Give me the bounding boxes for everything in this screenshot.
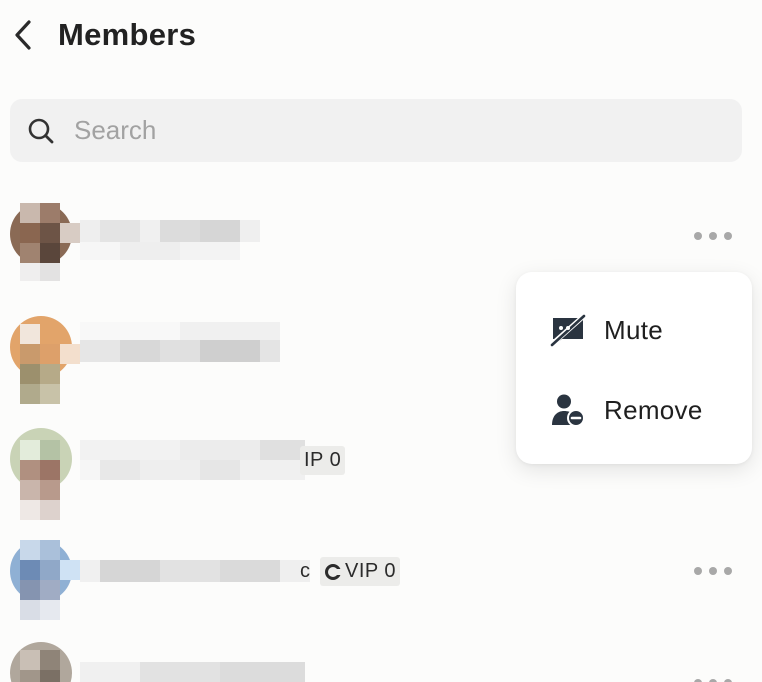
avatar [10,203,80,281]
remove-user-icon [550,392,586,428]
more-options-button[interactable] [694,676,732,682]
dot-icon [694,232,702,240]
header: Members [0,0,762,72]
more-options-button[interactable] [694,564,732,578]
remove-menu-item[interactable]: Remove [550,388,740,432]
member-name-redacted [80,220,260,242]
vip-badge-prefix: c [300,560,311,582]
vip-ring-icon [325,563,342,580]
member-row[interactable] [0,632,762,682]
vip-badge: c [298,557,313,586]
member-name-redacted [80,322,280,340]
avatar [10,642,72,682]
member-name-redacted [80,662,305,682]
member-name-redacted [80,560,310,582]
member-row[interactable]: c VIP 0 [0,520,762,632]
mute-menu-item[interactable]: Mute [550,308,740,352]
dot-icon [709,567,717,575]
more-options-button[interactable] [694,229,732,243]
mute-label: Mute [604,314,664,345]
vip-badge-label: VIP 0 [345,560,397,582]
dot-icon [724,232,732,240]
avatar [10,316,80,404]
dot-icon [724,567,732,575]
avatar [10,540,80,620]
vip-badge: VIP 0 [320,557,401,586]
vip-badge: IP 0 [300,446,346,475]
avatar [10,428,72,520]
search-input[interactable] [72,114,676,147]
member-context-menu: Mute Remove [516,272,752,464]
dot-icon [709,232,717,240]
chevron-left-icon [15,20,31,50]
page-title: Members [58,17,197,52]
mute-chat-icon [550,312,586,348]
search-icon [27,117,55,145]
member-name-redacted [80,440,305,460]
back-button[interactable] [6,15,40,55]
search-bar[interactable] [10,99,742,162]
vip-badge-label: IP 0 [304,449,342,471]
dot-icon [694,567,702,575]
remove-label: Remove [604,394,703,425]
